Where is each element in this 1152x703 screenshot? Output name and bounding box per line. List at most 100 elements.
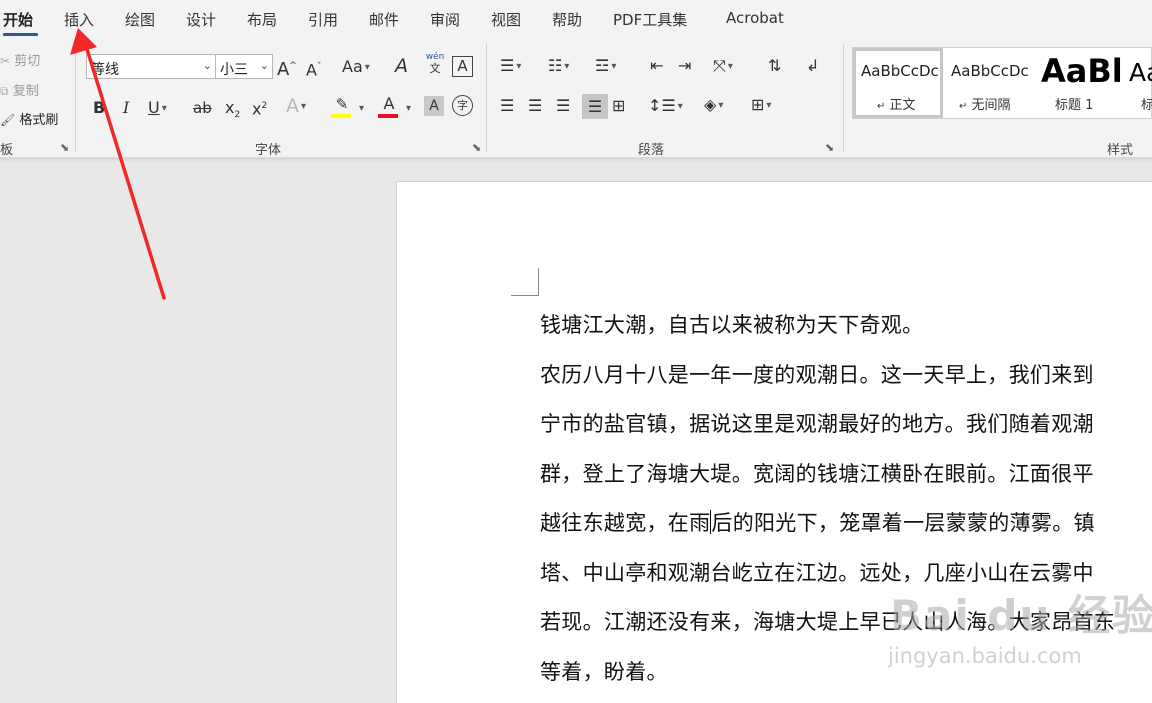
copy-button[interactable]: ⧉ 复制 (0, 80, 39, 99)
numbering-button[interactable]: ☷ ▾ (548, 56, 569, 77)
font-name-select[interactable]: 等线 ⌄ (86, 54, 216, 79)
chevron-down-icon: ▾ (718, 99, 724, 111)
superscript-button[interactable]: x2 (252, 96, 267, 119)
style-no-spacing[interactable]: AaBbCcDc ↵ 无间隔 (943, 48, 1039, 118)
document-line-1[interactable]: 钱塘江大潮，自古以来被称为天下奇观。 (540, 309, 923, 339)
chevron-down-icon: ▾ (301, 100, 307, 112)
font-name-value: 等线 (91, 62, 119, 78)
highlight-dropdown-icon[interactable]: ▾ (359, 99, 364, 119)
align-left-icon: ☰ (500, 96, 515, 115)
subscript-button[interactable]: x2 (225, 98, 240, 125)
tab-help[interactable]: 帮助 (552, 9, 582, 30)
distributed-icon: ⊞ (612, 96, 626, 115)
shrink-font-button[interactable]: Aˇ (306, 57, 321, 80)
clipboard-launcher-icon[interactable]: ⬊ (60, 141, 69, 154)
underline-icon: U (148, 98, 160, 117)
cut-button[interactable]: ✂ 剪切 (0, 50, 40, 69)
eraser-a-icon: A (395, 55, 408, 77)
clear-formatting-button[interactable]: A (395, 56, 408, 76)
character-shading-button[interactable]: A (424, 96, 444, 116)
character-border-button[interactable]: A (452, 56, 473, 77)
tab-review[interactable]: 审阅 (430, 9, 460, 30)
line-5-after-cursor: 后的阳光下，笼罩着一层蒙蒙的薄雾。镇 (711, 511, 1095, 535)
tab-mailings[interactable]: 邮件 (369, 9, 399, 30)
text-effects-button[interactable]: A ▾ (286, 96, 306, 117)
chevron-down-icon: ▾ (564, 60, 570, 72)
phonetic-guide-button[interactable]: wén 文 (425, 52, 445, 74)
enclose-characters-button[interactable]: 字 (452, 95, 473, 116)
document-line-4[interactable]: 群，登上了海塘大堤。宽阔的钱塘江横卧在眼前。江面很平 (540, 458, 1094, 488)
tab-layout[interactable]: 布局 (247, 9, 277, 30)
document-line-3[interactable]: 宁市的盐官镇，据说这里是观潮最好的地方。我们随着观潮 (540, 408, 1094, 438)
underline-button[interactable]: U ▾ (148, 98, 167, 119)
tab-references[interactable]: 引用 (308, 9, 338, 30)
justify-button[interactable]: ☰ (582, 94, 608, 119)
style-normal-preview: AaBbCcDc (861, 62, 939, 80)
font-color-dropdown-icon[interactable]: ▾ (406, 99, 411, 119)
italic-button[interactable]: I (123, 98, 129, 118)
tab-insert[interactable]: 插入 (64, 9, 94, 30)
shrink-font-icon: A (306, 60, 317, 80)
decrease-indent-button[interactable]: ⇤ (650, 56, 663, 76)
align-right-button[interactable]: ☰ (556, 96, 570, 116)
increase-indent-button[interactable]: ⇥ (678, 56, 691, 76)
tab-design[interactable]: 设计 (186, 9, 216, 30)
grow-font-button[interactable]: A^ (277, 56, 297, 80)
chevron-down-icon: ▾ (727, 60, 733, 72)
bullets-button[interactable]: ☰ ▾ (500, 56, 521, 77)
multilevel-list-button[interactable]: ☲ ▾ (595, 56, 616, 77)
highlight-color-bar (331, 114, 351, 118)
font-size-select[interactable]: 小三 ⌄ (215, 54, 273, 79)
sort-button[interactable]: ⇅ (768, 56, 781, 76)
strikethrough-button[interactable]: ab (193, 98, 212, 118)
font-launcher-icon[interactable]: ⬊ (472, 141, 481, 154)
document-line-8[interactable]: 等着，盼着。 (540, 656, 668, 686)
chevron-down-icon: ▾ (611, 60, 617, 72)
tab-home[interactable]: 开始 (3, 9, 33, 30)
document-page[interactable]: 钱塘江大潮，自古以来被称为天下奇观。 农历八月十八是一年一度的观潮日。这一天早上… (396, 181, 1152, 703)
font-color-button[interactable]: A (378, 94, 400, 118)
align-center-icon: ☰ (528, 96, 543, 115)
paragraph-mark-icon: ↲ (806, 56, 820, 75)
change-case-button[interactable]: Aa ▾ (342, 57, 370, 78)
document-line-2[interactable]: 农历八月十八是一年一度的观潮日。这一天早上，我们来到 (540, 359, 1094, 389)
justify-icon: ☰ (587, 97, 603, 116)
format-painter-button[interactable]: 🖌 格式刷 (0, 109, 58, 128)
style-normal[interactable]: AaBbCcDc ↵ 正文 (853, 48, 943, 118)
borders-button[interactable]: ⊞ ▾ (751, 95, 771, 116)
document-line-7[interactable]: 若现。江潮还没有来，海塘大堤上早已人山人海。大家昂首东 (540, 606, 1115, 636)
bullet-list-icon: ☰ (500, 56, 515, 75)
style-normal-name: ↵ 正文 (877, 98, 916, 113)
tab-pdf-tools[interactable]: PDF工具集 (613, 9, 687, 30)
highlight-button[interactable]: ✎ (331, 94, 353, 118)
show-marks-button[interactable]: ↲ (806, 56, 819, 76)
style-heading-1-name: 标题 1 (1055, 98, 1094, 113)
tab-view[interactable]: 视图 (491, 9, 521, 30)
distributed-button[interactable]: ⊞ (612, 96, 625, 116)
sort-icon: ⇅ (768, 56, 782, 75)
line-spacing-button[interactable]: ↕☰ ▾ (648, 96, 683, 117)
line-5-before-cursor: 越往东越宽，在雨 (540, 511, 711, 535)
tab-acrobat[interactable]: Acrobat (726, 9, 784, 27)
chevron-down-icon: ▾ (364, 61, 370, 73)
borders-icon: ⊞ (751, 95, 765, 114)
style-heading-2[interactable]: Aa 标 (1127, 48, 1152, 118)
chinese-layout-button[interactable]: ⤧ ▾ (713, 56, 733, 77)
phonetic-char: 文 (429, 62, 441, 75)
group-divider (843, 44, 844, 152)
style-heading-1[interactable]: AaBl 标题 1 (1039, 48, 1127, 118)
tab-draw[interactable]: 绘图 (125, 9, 155, 30)
align-left-button[interactable]: ☰ (500, 96, 514, 116)
document-line-5[interactable]: 越往东越宽，在雨后的阳光下，笼罩着一层蒙蒙的薄雾。镇 (540, 507, 1095, 537)
chevron-down-icon: ⌄ (202, 59, 212, 72)
style-heading-1-preview: AaBl (1041, 52, 1123, 90)
bold-button[interactable]: B (93, 98, 105, 118)
align-center-button[interactable]: ☰ (528, 96, 542, 116)
paragraph-group-label: 段落 (638, 143, 665, 158)
document-line-6[interactable]: 塔、中山亭和观潮台屹立在江边。远处，几座小山在云雾中 (540, 557, 1094, 587)
chinese-layout-icon: ⤧ (713, 56, 726, 75)
copy-icon: ⧉ (0, 84, 9, 98)
paragraph-launcher-icon[interactable]: ⬊ (825, 141, 834, 154)
paragraph-shading-button[interactable]: ◈ ▾ (704, 95, 723, 116)
chevron-down-icon: ⌄ (259, 59, 269, 72)
